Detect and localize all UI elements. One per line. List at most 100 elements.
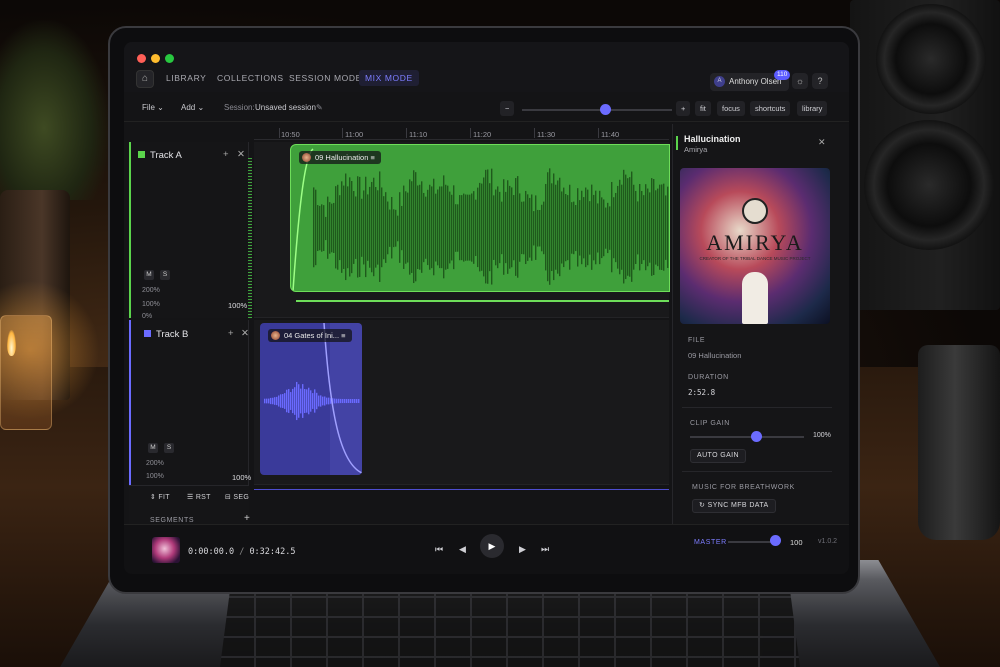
waveform-bar <box>585 187 587 268</box>
auto-gain-button[interactable]: AUTO GAIN <box>690 449 746 463</box>
waveform-bar <box>525 190 527 265</box>
track-b-color <box>144 330 151 337</box>
track-a-mute-button[interactable]: M <box>144 270 154 280</box>
waveform-bar <box>577 188 579 267</box>
skip-to-start-icon[interactable]: ⏮ <box>435 544 443 555</box>
cover-emblem <box>742 198 768 224</box>
maximize-window-button[interactable] <box>165 54 174 63</box>
focus-button[interactable]: focus <box>717 101 745 116</box>
zoom-slider-handle[interactable] <box>600 104 611 115</box>
previous-icon[interactable]: ◀ <box>459 544 466 555</box>
tick-label: 11:30 <box>537 130 556 139</box>
waveform-bar <box>401 205 403 251</box>
theme-toggle-button[interactable]: ☼ <box>792 73 808 89</box>
play-button[interactable]: ▶ <box>480 534 504 558</box>
waveform-bar <box>286 389 288 413</box>
track-b-title[interactable]: Track B <box>144 329 188 340</box>
album-cover: AMIRYA CREATOR OF THE TRIBAL DANCE MUSIC… <box>680 168 830 324</box>
next-icon[interactable]: ▶ <box>519 544 526 555</box>
track-b-volume[interactable]: 100% <box>232 473 251 482</box>
waveform-bar <box>465 194 467 261</box>
waveform-bar <box>631 171 633 282</box>
waveform-bar <box>659 184 661 270</box>
close-window-button[interactable] <box>137 54 146 63</box>
duration-label: DURATION <box>688 374 729 381</box>
waveform-bar <box>609 206 611 250</box>
mug <box>918 345 1000 540</box>
chevron-down-icon: ⌄ <box>157 103 164 112</box>
fit-tracks-button[interactable]: ⇕ FIT <box>150 493 170 501</box>
waveform-bar <box>501 201 503 255</box>
master-volume-handle[interactable] <box>770 535 781 546</box>
waveform-bar <box>447 185 449 269</box>
track-a-title[interactable]: Track A <box>138 150 182 161</box>
add-menu[interactable]: Add ⌄ <box>181 103 204 112</box>
waveform-bar <box>320 395 322 407</box>
clip-gain-slider[interactable] <box>690 436 804 438</box>
waveform-bar <box>627 178 629 276</box>
close-icon[interactable]: ✕ <box>237 149 245 160</box>
reset-button[interactable]: ☰ RST <box>187 493 211 501</box>
zoom-slider[interactable] <box>522 109 672 111</box>
tick-mark <box>470 128 471 138</box>
track-a-solo-button[interactable]: S <box>160 270 170 280</box>
zoom-in-button[interactable]: + <box>676 101 691 116</box>
track-b-clip-label[interactable]: 04 Gates of Ini... ≡ <box>268 329 352 342</box>
sync-mfb-button[interactable]: ↻ SYNC MFB DATA <box>692 499 776 513</box>
waveform-bar <box>358 398 360 404</box>
waveform-bar <box>413 170 415 284</box>
skip-to-end-icon[interactable]: ⏭ <box>541 544 549 555</box>
track-a-clip-label[interactable]: 09 Hallucination ≡ <box>299 151 381 164</box>
track-a-volume-line[interactable] <box>296 300 669 302</box>
waveform-bar <box>583 197 585 259</box>
track-a-volume[interactable]: 100% <box>228 301 247 310</box>
track-a-clip[interactable]: 09 Hallucination ≡ <box>290 144 670 292</box>
waveform-bar <box>433 178 435 276</box>
waveform-bar <box>645 184 647 271</box>
track-b-volume-line[interactable] <box>254 489 669 490</box>
waveform-bar <box>369 186 371 268</box>
track-b-mute-button[interactable]: M <box>148 443 158 453</box>
add-icon[interactable]: + <box>223 149 229 160</box>
waveform-bar <box>667 186 669 268</box>
nav-mix-mode[interactable]: MIX MODE <box>359 70 419 86</box>
track-b-solo-button[interactable]: S <box>164 443 174 453</box>
waveform-bar <box>431 186 433 269</box>
nav-library[interactable]: LIBRARY <box>166 73 206 83</box>
minimize-window-button[interactable] <box>151 54 160 63</box>
nav-session-mode[interactable]: SESSION MODE <box>289 73 362 83</box>
shortcuts-button[interactable]: shortcuts <box>750 101 791 116</box>
clip-thumbnail <box>271 331 280 340</box>
session-name[interactable]: Unsaved session <box>255 103 316 112</box>
home-icon[interactable]: ⌂ <box>136 70 154 88</box>
file-menu-label: File <box>142 103 155 112</box>
track-b-clip[interactable]: 04 Gates of Ini... ≡ <box>260 323 362 475</box>
nav-collections[interactable]: COLLECTIONS <box>217 73 284 83</box>
waveform-bar <box>617 185 619 269</box>
waveform-bar <box>485 169 487 284</box>
close-icon[interactable]: ✕ <box>818 137 826 148</box>
waveform-bar <box>427 189 429 266</box>
add-segment-button[interactable]: + <box>244 513 250 524</box>
add-icon[interactable]: + <box>228 328 234 339</box>
waveform-bar <box>615 192 617 263</box>
waveform-bar <box>294 387 296 415</box>
close-icon[interactable]: ✕ <box>241 328 249 339</box>
help-button[interactable]: ? <box>812 73 828 89</box>
fit-button[interactable]: fit <box>695 101 711 116</box>
waveform-bar <box>331 203 333 253</box>
edit-icon[interactable]: ✎ <box>316 103 323 112</box>
library-button[interactable]: library <box>797 101 828 116</box>
master-volume-slider[interactable] <box>728 541 776 543</box>
waveform-bar <box>407 192 409 263</box>
waveform-bar <box>397 215 399 242</box>
clip-gain-slider-handle[interactable] <box>751 431 762 442</box>
waveform-bar <box>541 204 543 252</box>
waveform-bar <box>276 396 278 406</box>
segment-button[interactable]: ⊟ SEG <box>225 493 249 501</box>
waveform-bar <box>409 179 411 275</box>
file-menu[interactable]: File ⌄ <box>142 103 164 112</box>
duration-value: 2:52.8 <box>688 388 716 397</box>
waveform-bar <box>288 389 290 413</box>
zoom-out-button[interactable]: − <box>500 101 515 116</box>
